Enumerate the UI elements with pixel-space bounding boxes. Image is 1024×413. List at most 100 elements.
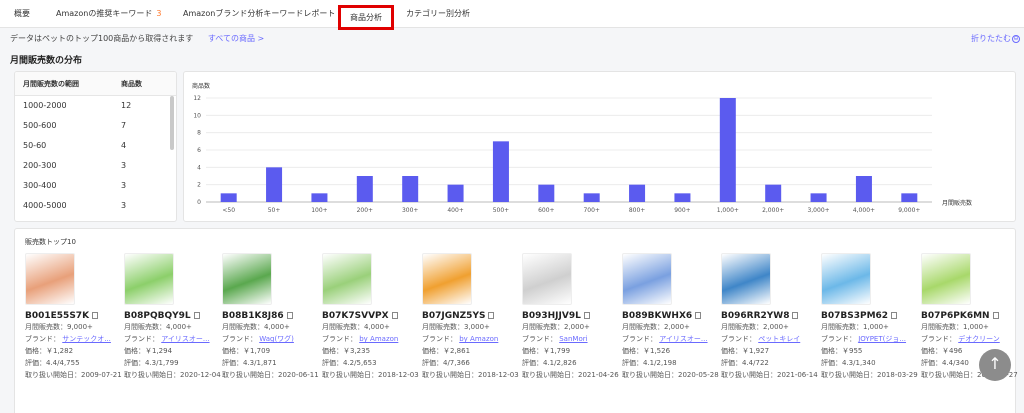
product-asin[interactable]: B07K7SVVPX: [322, 311, 418, 321]
sales-distribution-chart: 商品数 0 2 4 6 8 10 12 <50 50+ 100+ 200+ 300+ 400+ 500+ 60…: [183, 71, 1016, 222]
product-card[interactable]: B07K7SVVPX 月間販売数：4,000+ ブランド： by Amazon 価格：…: [322, 253, 419, 381]
section-title: 月間販売数の分布: [10, 56, 83, 66]
brand-line: ブランド： アイリスオー...: [124, 335, 210, 343]
product-card[interactable]: B001E55S7K 月間販売数：9,000+ ブランド： サンテックオ... 価格：…: [25, 253, 122, 381]
product-card[interactable]: B08PQBQY9L 月間販売数：4,000+ ブランド： アイリスオー... 価格：…: [124, 253, 221, 381]
product-card[interactable]: B096RR2YW8 月間販売数：2,000+ ブランド： ペットキレイ 価格：￥1,…: [721, 253, 818, 381]
x-tick-label: 800+: [629, 207, 645, 214]
product-image[interactable]: [422, 253, 472, 305]
monthly-sales: 月間販売数：4,000+: [124, 323, 192, 331]
product-image[interactable]: [124, 253, 174, 305]
brand-link[interactable]: ペットキレイ: [758, 335, 800, 343]
range-row: 4000-5000 3: [15, 196, 176, 216]
product-card[interactable]: B08B1K8J86 月間販売数：4,000+ ブランド： Wag(ワグ) 価格：￥1…: [222, 253, 319, 381]
product-count: 4: [121, 141, 127, 150]
product-image[interactable]: [322, 253, 372, 305]
range-value: 400-500: [23, 216, 56, 221]
bar: [810, 193, 827, 202]
range-row: 1000-2000 12: [15, 96, 176, 116]
product-asin[interactable]: B07JGNZ5YS: [422, 311, 518, 321]
data-source-notice: データはペットのトップ100商品から取得されます すべての商品 > 折りたたむ ⊖: [0, 29, 1024, 49]
product-asin[interactable]: B07P6PK6MN: [921, 311, 1017, 321]
product-count: 7: [121, 121, 127, 130]
start-date-line: 取り扱い開始日：2021-06-14: [721, 371, 818, 379]
copy-icon[interactable]: [193, 312, 200, 319]
copy-icon[interactable]: [583, 312, 590, 319]
brand-link[interactable]: アイリスオー...: [161, 335, 209, 343]
x-tick-label: 300+: [402, 207, 418, 214]
product-asin[interactable]: B001E55S7K: [25, 311, 121, 321]
y-tick-label: 6: [197, 147, 201, 154]
start-date-line: 取り扱い開始日：2018-12-03: [422, 371, 519, 379]
brand-link[interactable]: サンテックオ...: [62, 335, 111, 343]
range-row: 400-500 2: [15, 216, 176, 221]
monthly-sales: 月間販売数：3,000+: [422, 323, 490, 331]
product-card[interactable]: B093HJJV9L 月間販売数：2,000+ ブランド： SanMori 価格：￥1…: [522, 253, 619, 381]
all-products-link[interactable]: すべての商品 >: [208, 34, 264, 43]
copy-icon[interactable]: [391, 312, 398, 319]
copy-icon[interactable]: [891, 312, 898, 319]
minus-circle-icon: ⊖: [1012, 34, 1020, 43]
product-asin[interactable]: B07BS3PM62: [821, 311, 917, 321]
product-asin[interactable]: B089BKWHX6: [622, 311, 718, 321]
brand-link[interactable]: SanMori: [559, 335, 587, 343]
rating-line: 評価：4.3/1,799: [124, 359, 179, 367]
brand-link[interactable]: アイリスオー...: [659, 335, 707, 343]
range-value: 4000-5000: [23, 201, 67, 210]
bar: [765, 184, 782, 202]
tab-overview[interactable]: 概要: [14, 0, 30, 28]
x-tick-label: 3,000+: [807, 207, 829, 214]
product-image[interactable]: [25, 253, 75, 305]
product-card[interactable]: B07BS3PM62 月間販売数：1,000+ ブランド： JOYPET(ジョ...…: [821, 253, 918, 381]
rating-line: 評価：4.4/722: [721, 359, 769, 367]
copy-icon[interactable]: [488, 312, 495, 319]
product-image[interactable]: [721, 253, 771, 305]
product-card[interactable]: B089BKWHX6 月間販売数：2,000+ ブランド： アイリスオー... 価格：…: [622, 253, 719, 381]
copy-icon[interactable]: [792, 312, 799, 319]
tab-product-analysis[interactable]: 商品分析: [338, 5, 394, 30]
rating-line: 評価：4.1/2,198: [622, 359, 677, 367]
product-card[interactable]: B07JGNZ5YS 月間販売数：3,000+ ブランド： by Amazon 価格：…: [422, 253, 519, 381]
monthly-sales: 月間販売数：2,000+: [721, 323, 789, 331]
product-image[interactable]: [522, 253, 572, 305]
copy-icon[interactable]: [286, 312, 293, 319]
bar: [719, 98, 736, 202]
collapse-button[interactable]: 折りたたむ ⊖: [971, 29, 1020, 49]
product-asin[interactable]: B093HJJV9L: [522, 311, 618, 321]
range-row: 50-60 4: [15, 136, 176, 156]
copy-icon[interactable]: [695, 312, 702, 319]
y-tick-label: 8: [197, 130, 201, 137]
start-date-line: 取り扱い開始日：2021-04-26: [522, 371, 619, 379]
copy-icon[interactable]: [992, 312, 999, 319]
product-asin[interactable]: B08PQBQY9L: [124, 311, 220, 321]
range-table-scrollbar[interactable]: [170, 96, 174, 150]
product-image[interactable]: [622, 253, 672, 305]
brand-link[interactable]: Wag(ワグ): [259, 335, 294, 343]
scroll-to-top-button[interactable]: ↑: [979, 349, 1011, 381]
product-image[interactable]: [921, 253, 971, 305]
tab-brand-analytics[interactable]: Amazonブランド分析キーワードレポート: [183, 0, 335, 28]
y-tick-label: 4: [197, 164, 201, 171]
copy-icon[interactable]: [92, 312, 99, 319]
price-line: 価格：￥1,526: [622, 347, 671, 355]
brand-link[interactable]: デオクリーン: [958, 335, 1000, 343]
tab-category-analysis[interactable]: カテゴリー別分析: [406, 0, 470, 28]
brand-link[interactable]: by Amazon: [459, 335, 498, 343]
tab-amazon-keywords[interactable]: Amazonの推奨キーワード 3: [56, 0, 161, 28]
x-tick-label: 700+: [583, 207, 599, 214]
bar: [447, 184, 464, 202]
price-line: 価格：￥1,709: [222, 347, 271, 355]
x-tick-label: 600+: [538, 207, 554, 214]
brand-link[interactable]: by Amazon: [359, 335, 398, 343]
bar: [220, 193, 237, 202]
product-image[interactable]: [222, 253, 272, 305]
brand-line: ブランド： Wag(ワグ): [222, 335, 294, 343]
monthly-sales: 月間販売数：1,000+: [821, 323, 889, 331]
product-count: 3: [121, 201, 127, 210]
product-image[interactable]: [821, 253, 871, 305]
bar: [674, 193, 691, 202]
range-row: 200-300 3: [15, 156, 176, 176]
product-asin[interactable]: B08B1K8J86: [222, 311, 318, 321]
product-asin[interactable]: B096RR2YW8: [721, 311, 817, 321]
brand-link[interactable]: JOYPET(ジョ...: [858, 335, 906, 343]
